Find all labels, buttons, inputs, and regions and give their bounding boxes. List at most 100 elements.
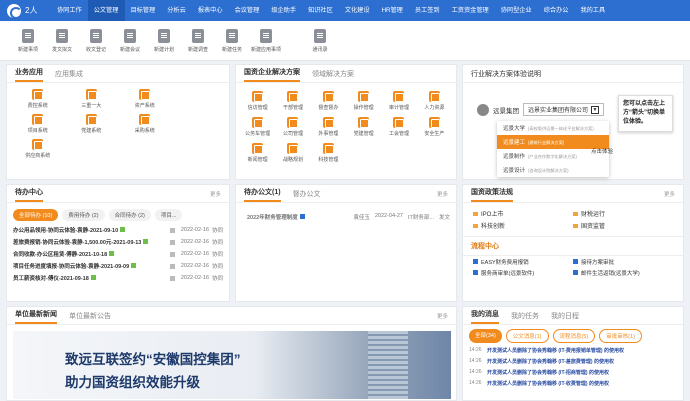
tab-my-schedule[interactable]: 我的日程 [551,311,579,324]
app-projects[interactable]: 项目系统 [11,114,65,134]
app-three-major[interactable]: 三重一大 [65,89,119,109]
message-row[interactable]: 14:26 开发测试人员删除了协会秀翰移 (IT-招商管理) 的使用权 [463,367,683,378]
tab-soe-solutions[interactable]: 国资企业解决方案 [244,67,300,82]
hr-icon [428,91,440,102]
flow-item[interactable]: 服务商审单(远景软件) [473,269,573,277]
company-switcher[interactable]: 远景集团 远景实业集团有限公司 ▼ [477,103,605,116]
tool-new-meeting[interactable]: 新建会议 [114,28,146,53]
todo-row[interactable]: 项目任务进度填报-协同云体验-袁静-2021-09-09 2022-02-16 协同 [7,260,229,272]
todo-row[interactable]: 合同收款-办公区租赁-傅静-2021-10-18 2022-02-16 协同 [7,248,229,260]
tool-contacts[interactable]: 通讯录 [304,28,336,53]
tech-icon [322,143,334,154]
nav-item[interactable]: 级企助手 [265,0,302,21]
flow-item[interactable]: EASY财务费用报销 [473,258,573,266]
msg-pill-flow[interactable]: 流程消息(5) [552,329,596,343]
msg-pill-doc[interactable]: 公文消息(1) [505,329,549,343]
policy-item[interactable]: 国资监管 [573,221,673,230]
sol-safety[interactable]: 安全生产 [417,117,452,137]
sol-strategy[interactable]: 战略规划 [275,143,310,163]
nav-item[interactable]: 协同工作 [51,0,88,21]
chevron-down-icon[interactable]: ▼ [591,105,600,114]
message-row[interactable]: 14:26 开发测试人员删除了协会秀翰移 (IT-收费管理) 的使用权 [463,378,683,389]
sol-union[interactable]: 工会管理 [381,117,416,137]
dropdown-option[interactable]: 远景大学 (高校版供远景一体化平台解决方案) [497,121,609,135]
tab-supervise-docs[interactable]: 督办公文 [293,189,321,202]
tab-unit-news[interactable]: 单位最新新闻 [15,309,57,324]
tab-domain-solutions[interactable]: 领域解决方案 [312,69,354,82]
tab-app-integration[interactable]: 应用集成 [55,69,83,82]
nav-item[interactable]: 公文管理 [87,0,125,21]
user-count[interactable]: 2人 [25,5,51,16]
sol-vehicle[interactable]: 公务车管理 [240,117,275,137]
tab-my-tasks[interactable]: 我的任务 [511,311,539,324]
todo-pill-all[interactable]: 全部待办 (10) [13,209,59,221]
sol-foreign[interactable]: 外事管理 [311,117,346,137]
nav-item[interactable]: 文化建设 [339,0,376,21]
msg-pill-approve[interactable]: 审批审核(1) [599,329,642,343]
tool-new-item[interactable]: 新建事项 [12,28,44,53]
app-procurement[interactable]: 采购系统 [118,114,172,134]
news-banner[interactable]: 致远互联签约“安徽国控集团” 助力国资组织效能升级 [13,331,451,399]
sol-company[interactable]: 公司管理 [275,117,310,137]
nav-item[interactable]: 员工签到 [409,0,446,21]
message-row[interactable]: 14:26 开发测试人员删除了协会秀翰移 (IT-差旅费管理) 的使用权 [463,356,683,367]
tool-draft-doc[interactable]: 发文拟文 [46,28,78,53]
app-suppliers[interactable]: 供应商系统 [11,139,65,159]
flow-item[interactable]: 接待方案审批 [573,258,673,266]
flow-item[interactable]: 邮件生活返销(远景大学) [573,269,673,277]
tag-icon [120,227,126,232]
supplier-icon [32,139,44,150]
nav-item[interactable]: 我的工具 [574,0,611,21]
more-link[interactable]: 更多 [437,190,448,198]
more-link[interactable]: 更多 [210,190,221,198]
sol-petition[interactable]: 信访管理 [240,91,275,111]
nav-item[interactable]: HR管理 [376,0,409,21]
app-party[interactable]: 党建系统 [65,114,119,134]
sol-audit[interactable]: 审计管理 [381,91,416,111]
nav-item[interactable]: 目标管理 [125,0,162,21]
policy-item[interactable]: 财税运行 [573,209,673,218]
tab-pending-docs[interactable]: 待办公文(1) [244,187,281,202]
more-link[interactable]: 更多 [437,312,448,320]
doc-row[interactable]: 2022年财务管理制度 袁佳玉 2022-04-27 IT财务部... 发文 [236,203,456,231]
tool-new-app-item[interactable]: 新建应用事项 [250,28,282,53]
nav-item[interactable]: 会议管理 [229,0,266,21]
dropdown-option[interactable]: 远景设计 (咨询设计院解决方案) [497,163,609,177]
nav-item[interactable]: 综合办公 [538,0,575,21]
app-assets[interactable]: 资产系统 [118,89,172,109]
todo-pill-project[interactable]: 项目... [154,209,183,221]
nav-item[interactable]: 报表中心 [192,0,229,21]
sol-hr[interactable]: 人力资源 [417,91,452,111]
tab-business-apps[interactable]: 业务应用 [15,67,43,82]
tool-new-task[interactable]: 新建任务 [216,28,248,53]
message-row[interactable]: 14:26 开发测试人员删除了协会秀翰移 (IT-费用报销单管理) 的使用权 [463,345,683,356]
msg-pill-all[interactable]: 全部(34) [469,329,502,343]
operation-icon [358,91,370,102]
sol-news[interactable]: 新闻管理 [240,143,275,163]
nav-item[interactable]: 工资资金管理 [446,0,495,21]
sol-cadre[interactable]: 干部管理 [275,91,310,111]
todo-row[interactable]: 员工薪资核对-傅仪-2021-09-18 2022-02-16 协同 [7,272,229,284]
tool-new-survey[interactable]: 新建调查 [182,28,214,53]
nav-item[interactable]: 协同型企业 [495,0,538,21]
policy-item[interactable]: 科技创新 [473,221,573,230]
tab-my-messages[interactable]: 我的消息 [471,309,499,324]
app-logo-icon[interactable] [7,3,22,19]
tab-unit-notice[interactable]: 单位最新公告 [69,311,111,324]
sol-tech[interactable]: 科技管理 [311,143,346,163]
todo-pill-contract[interactable]: 合同待办 (2) [108,209,151,221]
sol-operation[interactable]: 操作管理 [346,91,381,111]
nav-item[interactable]: 分析云 [161,0,192,21]
app-expense[interactable]: 费控系统 [11,89,65,109]
tool-new-plan[interactable]: 新建计划 [148,28,180,53]
todo-row[interactable]: 差旅费报销-协同云体验-袁静-1,500.00元-2021-09-13 2022-… [7,236,229,248]
todo-pill-expense[interactable]: 费用待办 (2) [62,209,105,221]
sol-supervision[interactable]: 督查督办 [311,91,346,111]
sol-party[interactable]: 党建管理 [346,117,381,137]
tool-receive-doc[interactable]: 收文登记 [80,28,112,53]
nav-item[interactable]: 知识社区 [302,0,339,21]
more-link[interactable]: 更多 [664,190,675,198]
policy-item[interactable]: IPO上市 [473,209,573,218]
company-name: 远景实业集团有限公司 [528,108,589,114]
todo-row[interactable]: 办公用品领用-协同云体验-袁静-2021-09-10 2022-02-16 协同 [7,224,229,236]
